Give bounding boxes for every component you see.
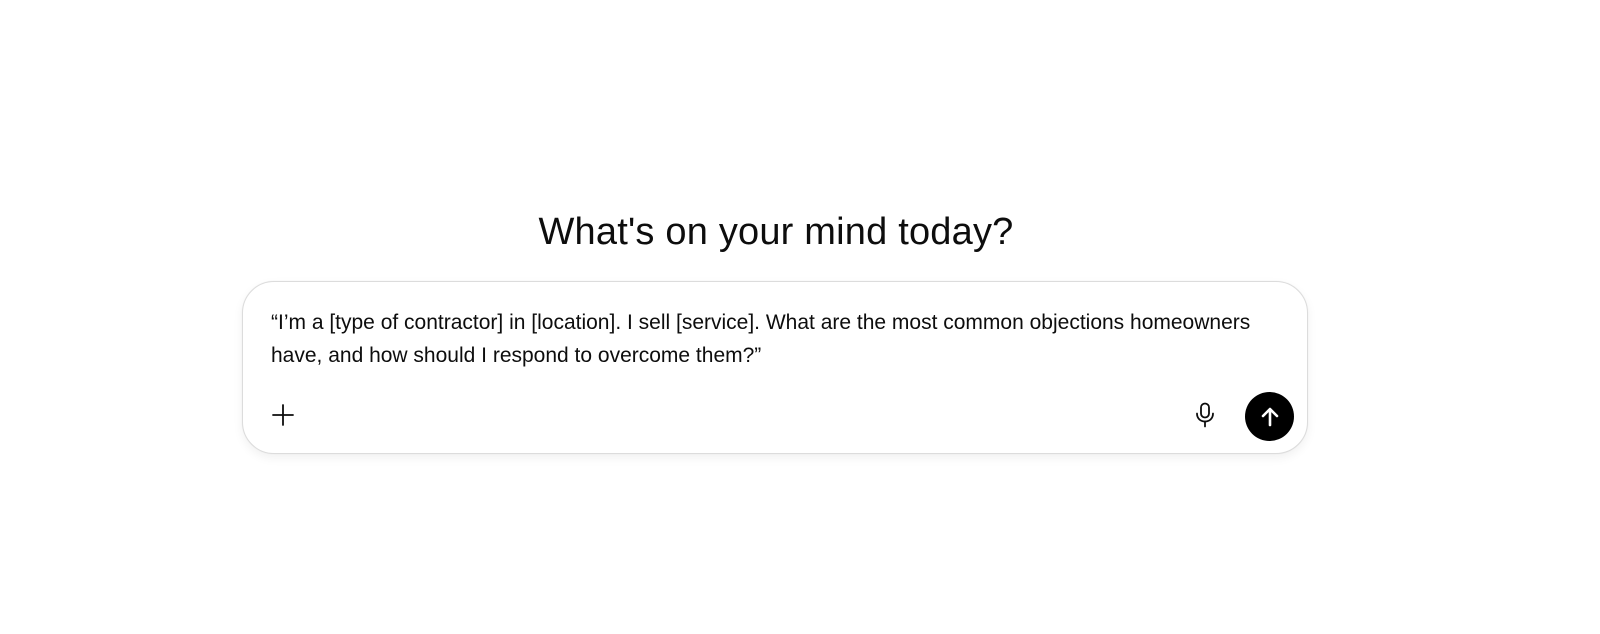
- arrow-up-icon: [1261, 407, 1278, 426]
- send-button[interactable]: [1245, 392, 1294, 441]
- plus-icon: [272, 404, 294, 426]
- prompt-input[interactable]: “I’m a [type of contractor] in [location…: [271, 306, 1271, 372]
- page-title: What's on your mind today?: [538, 211, 1014, 254]
- microphone-icon: [1196, 402, 1214, 428]
- voice-input-button[interactable]: [1187, 397, 1223, 433]
- prompt-composer: “I’m a [type of contractor] in [location…: [242, 281, 1308, 454]
- page: What's on your mind today? “I’m a [type …: [0, 0, 1600, 634]
- attach-button[interactable]: [265, 397, 301, 433]
